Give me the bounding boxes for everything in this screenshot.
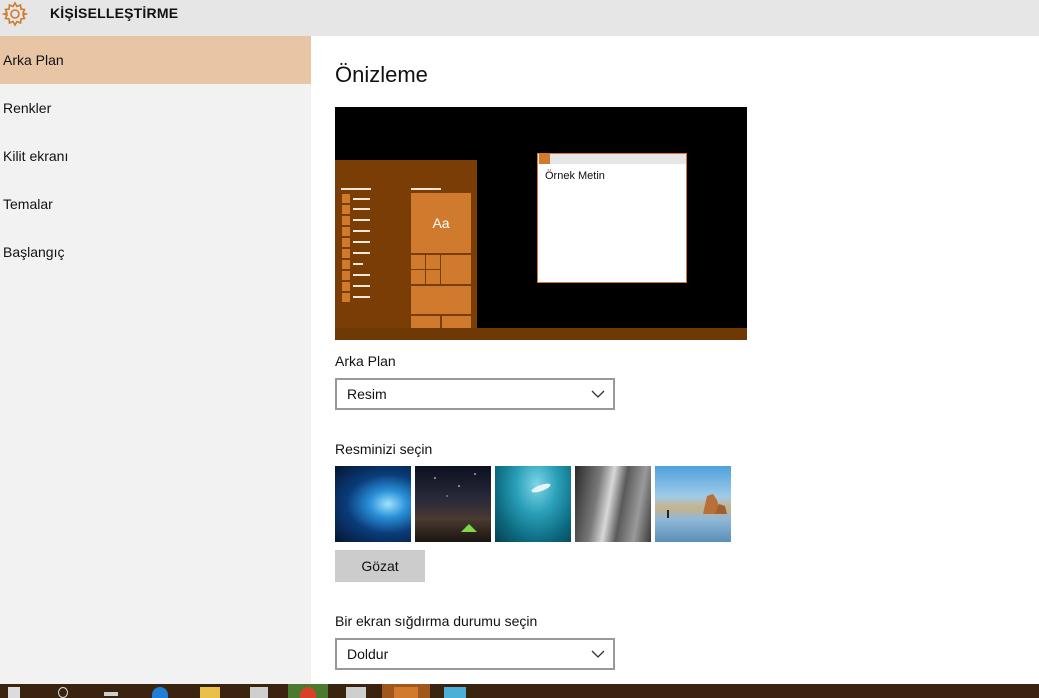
preview-menu-line xyxy=(353,208,370,210)
fit-label: Bir ekran sığdırma durumu seçin xyxy=(335,613,538,629)
preview-menu-line xyxy=(353,285,370,287)
preview-menu-line xyxy=(353,230,370,232)
settings-taskbar-icon xyxy=(394,687,418,698)
preview-tile-medium xyxy=(441,255,471,284)
preview-menu-square xyxy=(342,260,350,269)
swimmer-decoration xyxy=(531,483,551,493)
browse-button[interactable]: Gözat xyxy=(335,550,425,582)
preview-tile-large: Aa xyxy=(411,193,471,253)
underwater-swimmer-wallpaper-thumbnail[interactable] xyxy=(495,466,571,542)
preview-tile-wide xyxy=(411,286,471,314)
preview-window-text: Örnek Metin xyxy=(545,170,605,182)
preview-menu-square xyxy=(342,227,350,236)
background-label: Arka Plan xyxy=(335,353,396,369)
chrome-icon xyxy=(300,687,316,698)
sidebar-item-kilit-ekrani[interactable]: Kilit ekranı xyxy=(0,132,311,180)
folder-icon[interactable] xyxy=(200,687,220,698)
system-taskbar xyxy=(0,684,1039,698)
preview-menu-line xyxy=(353,252,370,254)
sidebar-item-baslangic[interactable]: Başlangıç xyxy=(0,228,311,276)
edge-icon[interactable] xyxy=(152,687,168,698)
title-bar: KİŞİSELLEŞTİRME xyxy=(0,0,1039,36)
preview-tile-small xyxy=(411,255,425,269)
search-icon[interactable] xyxy=(58,687,68,698)
preview-tile-small xyxy=(411,316,440,328)
preview-menu-line xyxy=(353,296,370,298)
beach-rocks-wallpaper-thumbnail[interactable] xyxy=(655,466,731,542)
preview-menu-square xyxy=(342,271,350,280)
chevron-down-icon xyxy=(591,650,605,658)
beach-decoration xyxy=(667,494,727,518)
preview-menu-line xyxy=(341,188,371,190)
preview-menu-line xyxy=(353,263,363,265)
sidebar: Arka Plan Renkler Kilit ekranı Temalar B… xyxy=(0,36,311,684)
preview-tile-small xyxy=(426,270,440,284)
preview-menu-square xyxy=(342,249,350,258)
preview-menu-line xyxy=(353,241,370,243)
choose-picture-label: Resminizi seçin xyxy=(335,441,433,457)
store-icon[interactable] xyxy=(250,687,268,698)
page-title: KİŞİSELLEŞTİRME xyxy=(50,5,179,21)
night-sky-tent-wallpaper-thumbnail[interactable] xyxy=(415,466,491,542)
preview-tile-small xyxy=(411,270,425,284)
preview-menu-square xyxy=(342,216,350,225)
night-sky-decoration xyxy=(434,473,477,532)
preview-menu-square xyxy=(342,238,350,247)
background-dropdown-value: Resim xyxy=(347,386,387,402)
fit-dropdown-value: Doldur xyxy=(347,646,389,662)
preview-tile-small xyxy=(442,316,471,328)
sidebar-item-temalar[interactable]: Temalar xyxy=(0,180,311,228)
picture-thumbnails xyxy=(335,466,735,542)
fit-dropdown[interactable]: Doldur xyxy=(335,638,615,670)
preview-menu-square xyxy=(342,282,350,291)
task-view-icon[interactable] xyxy=(104,692,118,696)
preview-menu-square xyxy=(342,205,350,214)
preview-menu-line xyxy=(353,198,370,200)
preview-window-icon xyxy=(539,154,550,164)
preview-menu-square xyxy=(342,194,350,203)
background-dropdown[interactable]: Resim xyxy=(335,378,615,410)
preview-menu-line xyxy=(353,219,370,221)
preview-window-titlebar xyxy=(538,154,686,164)
rock-cliff-wallpaper-thumbnail[interactable] xyxy=(575,466,651,542)
start-icon[interactable] xyxy=(8,687,20,698)
preview-menu-square xyxy=(342,293,350,302)
app-icon[interactable] xyxy=(444,687,466,698)
desktop-preview: Aa Örnek Metin xyxy=(335,107,747,340)
sidebar-item-arka-plan[interactable]: Arka Plan xyxy=(0,36,311,84)
main-content: Önizleme Aa Örnek Metin Arka Plan Resim … xyxy=(311,36,1039,684)
section-title: Önizleme xyxy=(335,62,428,87)
preview-menu-line xyxy=(411,188,441,190)
preview-menu-line xyxy=(353,274,370,276)
preview-window: Örnek Metin xyxy=(537,153,687,283)
app-icon[interactable] xyxy=(346,687,366,698)
chevron-down-icon xyxy=(591,390,605,398)
windows-hero-wallpaper-thumbnail[interactable] xyxy=(335,466,411,542)
gear-icon xyxy=(2,1,28,27)
preview-tile-small xyxy=(426,255,440,269)
preview-taskbar xyxy=(335,328,747,340)
sidebar-item-renkler[interactable]: Renkler xyxy=(0,84,311,132)
